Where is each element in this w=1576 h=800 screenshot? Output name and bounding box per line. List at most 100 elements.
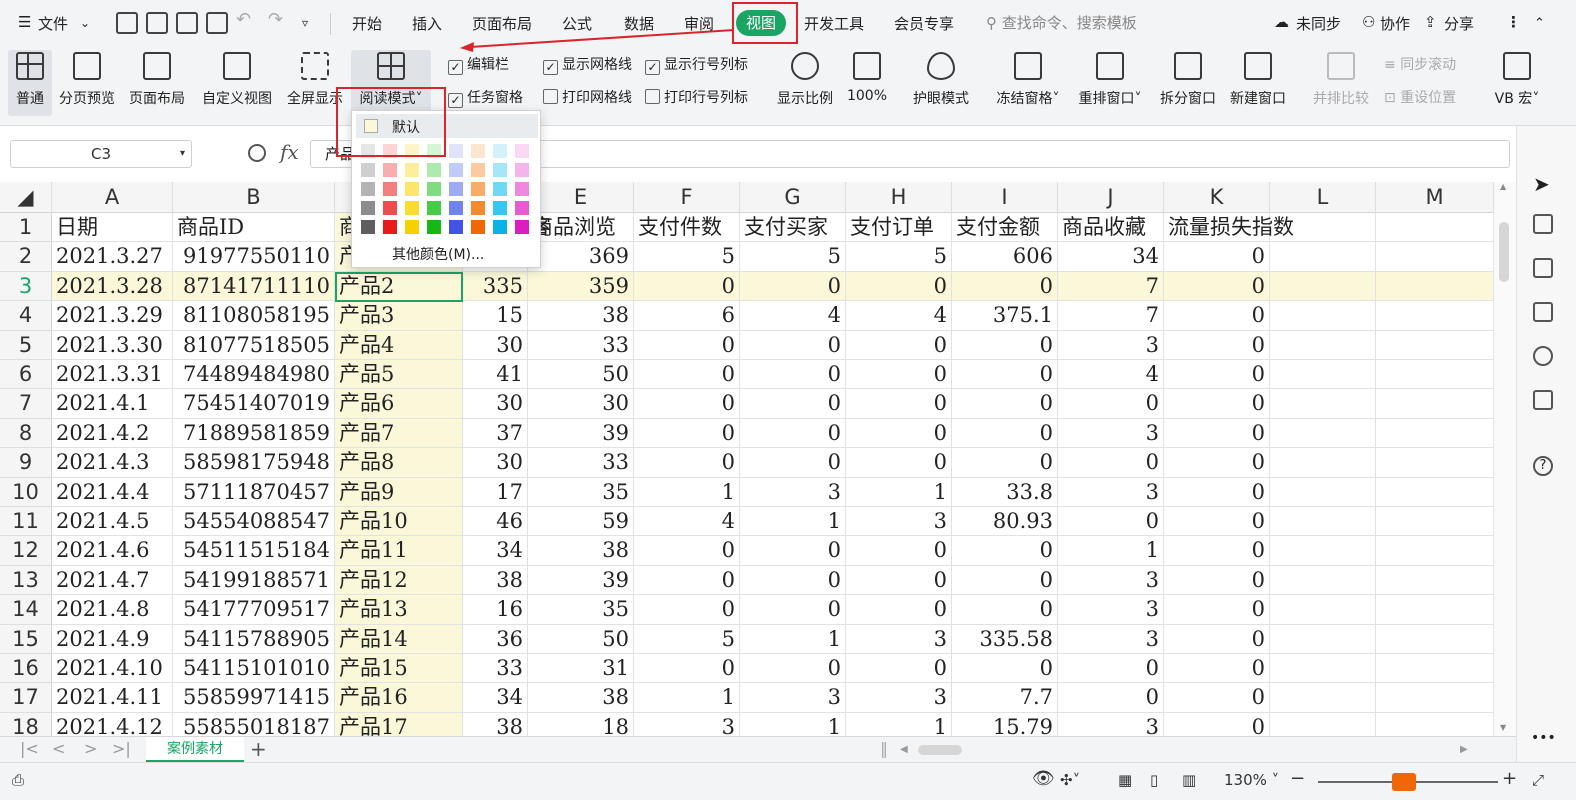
table-cell[interactable]: 36 <box>463 624 528 654</box>
color-swatch[interactable] <box>470 219 486 235</box>
input-method-icon[interactable] <box>1392 773 1416 791</box>
table-cell[interactable]: 产品7 <box>335 418 463 449</box>
table-cell[interactable] <box>1376 242 1494 272</box>
color-swatch[interactable] <box>492 181 508 197</box>
table-cell[interactable]: 58598175948 <box>173 448 335 478</box>
color-swatch[interactable] <box>382 162 398 178</box>
table-cell[interactable]: 0 <box>634 271 740 302</box>
eye-protection-button[interactable]: 护眼模式 <box>908 50 974 116</box>
table-cell[interactable]: 0 <box>952 448 1058 478</box>
table-cell[interactable]: 0 <box>634 418 740 449</box>
color-swatch[interactable] <box>404 219 420 235</box>
search-command[interactable]: ⚲ 查找命令、搜索模板 <box>986 12 1137 33</box>
table-cell[interactable]: 产品3 <box>335 301 463 331</box>
tab-member[interactable]: 会员专享 <box>894 13 954 34</box>
table-cell[interactable]: 80.93 <box>952 507 1058 537</box>
scroll-up-icon[interactable]: ▲ <box>1500 182 1506 191</box>
table-cell[interactable]: 2021.4.11 <box>52 683 173 713</box>
eye-protection-icon[interactable]: 👁 <box>1032 768 1055 789</box>
table-cell[interactable]: 2021.4.3 <box>52 448 173 478</box>
zoom-in-button[interactable]: + <box>1502 768 1517 789</box>
table-cell[interactable]: 59 <box>528 507 634 537</box>
table-cell[interactable]: 38 <box>528 536 634 566</box>
row-header[interactable]: 7 <box>0 389 52 419</box>
name-box[interactable]: C3 ▾ <box>10 140 192 168</box>
table-cell[interactable]: 0 <box>740 271 846 302</box>
last-sheet-icon[interactable]: >| <box>112 739 131 758</box>
table-cell[interactable] <box>1376 271 1494 302</box>
table-cell[interactable]: 0 <box>1164 301 1270 331</box>
color-swatch[interactable] <box>514 219 530 235</box>
header-cell[interactable] <box>1270 213 1376 243</box>
select-all-corner[interactable]: ◢ <box>0 182 52 213</box>
normal-view-button[interactable]: 普通 <box>8 50 52 116</box>
table-cell[interactable]: 产品6 <box>335 389 463 419</box>
table-cell[interactable]: 0 <box>952 389 1058 419</box>
zoom-out-button[interactable]: − <box>1290 768 1305 789</box>
side-by-side-button[interactable]: 并排比较 <box>1308 50 1374 116</box>
custom-view-button[interactable]: 自定义视图 <box>198 50 276 116</box>
table-cell[interactable]: 3 <box>1058 595 1164 625</box>
table-cell[interactable]: 38 <box>463 565 528 596</box>
table-cell[interactable]: 产品16 <box>335 683 463 713</box>
table-cell[interactable]: 30 <box>463 389 528 419</box>
table-cell[interactable]: 4 <box>634 507 740 537</box>
table-cell[interactable] <box>1270 536 1376 566</box>
table-cell[interactable]: 0 <box>1058 683 1164 713</box>
header-cell[interactable]: 商品ID <box>173 213 335 243</box>
header-cell[interactable]: 支付买家 <box>740 213 846 243</box>
color-swatch[interactable] <box>492 143 508 159</box>
table-cell[interactable]: 0 <box>634 536 740 566</box>
table-cell[interactable]: 0 <box>952 595 1058 625</box>
share-button[interactable]: 分享 <box>1444 13 1474 34</box>
table-cell[interactable]: 0 <box>740 448 846 478</box>
more-options-icon[interactable]: ••• <box>1531 730 1556 746</box>
style-icon[interactable] <box>1533 302 1553 322</box>
table-cell[interactable]: 0 <box>1058 389 1164 419</box>
table-cell[interactable]: 0 <box>1164 271 1270 302</box>
table-cell[interactable]: 2021.3.30 <box>52 330 173 360</box>
color-swatch[interactable] <box>426 219 442 235</box>
checkbox-box[interactable]: ✓ <box>543 60 558 75</box>
row-header[interactable]: 9 <box>0 448 52 478</box>
table-cell[interactable]: 33 <box>528 448 634 478</box>
row-header[interactable]: 6 <box>0 360 52 390</box>
normal-view-status-icon[interactable]: ▦ <box>1118 771 1132 789</box>
table-cell[interactable]: 1 <box>740 507 846 537</box>
undo-icon[interactable]: ↶ <box>236 9 251 30</box>
table-cell[interactable]: 1 <box>634 683 740 713</box>
table-cell[interactable]: 0 <box>740 595 846 625</box>
column-header-e[interactable]: E <box>528 182 634 213</box>
table-cell[interactable]: 产品9 <box>335 477 463 507</box>
horizontal-scroll-thumb[interactable] <box>918 745 962 755</box>
table-cell[interactable]: 0 <box>1164 477 1270 507</box>
table-cell[interactable]: 3 <box>1058 477 1164 507</box>
row-header[interactable]: 15 <box>0 624 52 654</box>
table-cell[interactable]: 0 <box>952 536 1058 566</box>
vertical-scroll-thumb[interactable] <box>1499 222 1509 282</box>
table-cell[interactable]: 3 <box>1058 330 1164 360</box>
table-cell[interactable] <box>1270 712 1376 736</box>
table-cell[interactable]: 1 <box>740 712 846 736</box>
vb-macro-button[interactable]: VB 宏˅ <box>1492 50 1542 116</box>
table-cell[interactable]: 2021.4.10 <box>52 654 173 684</box>
table-cell[interactable]: 57111870457 <box>173 477 335 507</box>
zoom-in-icon[interactable] <box>248 144 266 162</box>
table-cell[interactable]: 0 <box>740 565 846 596</box>
row-header[interactable]: 12 <box>0 536 52 566</box>
table-cell[interactable]: 0 <box>740 536 846 566</box>
checkbox-gridlines[interactable]: ✓ 显示网格线 <box>543 54 632 75</box>
table-cell[interactable] <box>1376 683 1494 713</box>
row-header[interactable]: 3 <box>0 271 52 302</box>
table-cell[interactable]: 35 <box>528 595 634 625</box>
table-cell[interactable]: 0 <box>1164 654 1270 684</box>
scroll-left-icon[interactable]: ◀ <box>900 744 908 755</box>
table-cell[interactable]: 0 <box>634 360 740 390</box>
table-cell[interactable] <box>1270 418 1376 449</box>
column-header-l[interactable]: L <box>1270 182 1376 213</box>
new-window-button[interactable]: 新建窗口 <box>1226 50 1290 116</box>
table-cell[interactable]: 0 <box>740 389 846 419</box>
table-cell[interactable]: 0 <box>846 360 952 390</box>
table-cell[interactable]: 0 <box>846 389 952 419</box>
table-cell[interactable]: 0 <box>846 271 952 302</box>
